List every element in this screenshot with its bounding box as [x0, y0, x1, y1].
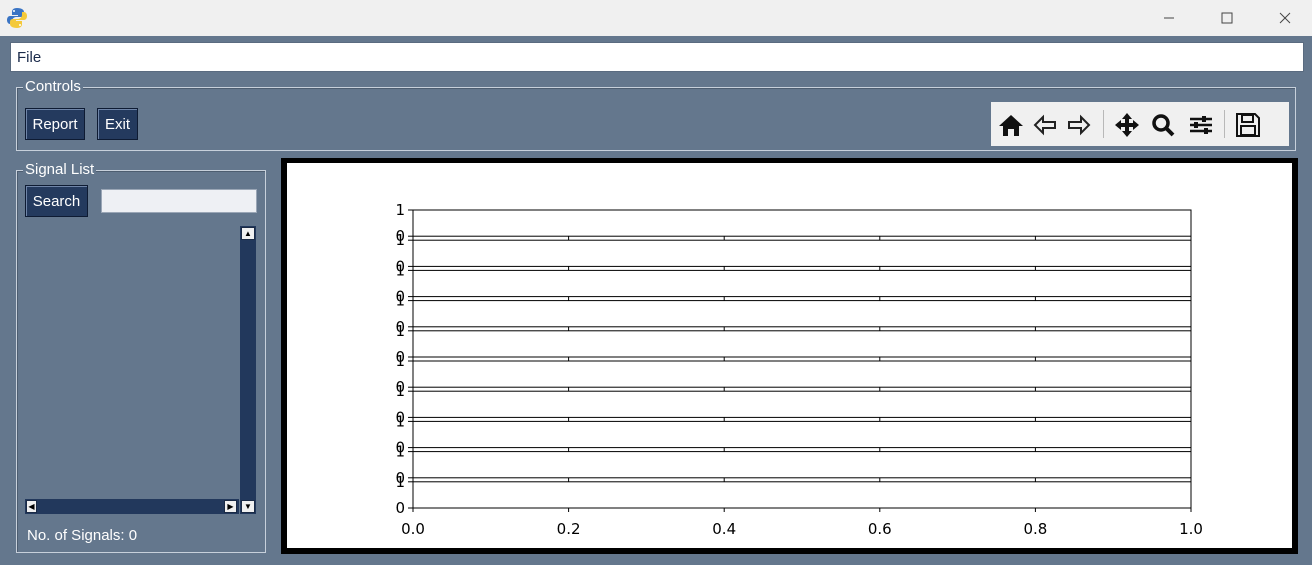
x-tick-label: 0.4: [712, 520, 736, 538]
pan-icon[interactable]: [1113, 112, 1141, 138]
close-icon: [1279, 12, 1291, 24]
x-tick-label: 1.0: [1179, 520, 1203, 538]
report-button[interactable]: Report: [25, 108, 85, 140]
subplot-axes: [412, 451, 1192, 479]
plot-toolbar: [991, 102, 1289, 146]
subplot-axes: [412, 360, 1192, 388]
signal-list-frame-title: Signal List: [23, 161, 97, 179]
menu-file[interactable]: File: [17, 49, 41, 66]
y-tick-label: 1: [395, 352, 405, 370]
search-button[interactable]: Search: [25, 185, 88, 217]
configure-subplots-icon[interactable]: [1187, 112, 1215, 138]
maximize-icon: [1221, 12, 1233, 24]
subplot-axes: [412, 300, 1192, 328]
forward-icon[interactable]: [1065, 112, 1093, 138]
subplot-axes: [412, 239, 1192, 267]
subplot-axes: [412, 330, 1192, 358]
subplot-axes: [412, 420, 1192, 449]
y-tick-label: 1: [395, 231, 405, 249]
x-tick-label: 0.6: [868, 520, 892, 538]
y-tick-label: 1: [395, 322, 405, 340]
y-tick-label: 1: [395, 261, 405, 279]
toolbar-separator: [1224, 110, 1225, 138]
save-icon[interactable]: [1234, 112, 1262, 138]
x-tick-label: 0.0: [401, 520, 425, 538]
y-tick-label: 0: [395, 499, 405, 517]
minimize-button[interactable]: [1141, 0, 1197, 36]
exit-button[interactable]: Exit: [97, 108, 138, 140]
y-tick-label: 1: [395, 443, 405, 461]
x-tick-label: 0.8: [1023, 520, 1047, 538]
toolbar-separator: [1103, 110, 1104, 138]
plot-canvas[interactable]: 1 0 1 0 1 0 1 0 1 0 1 0 1 0 1 0 1 0 1 0 0.0 0.2 0.4 0.6 0.8 1.0: [287, 163, 1292, 548]
y-tick-label: 1: [395, 382, 405, 400]
subplot-axes: [412, 209, 1192, 237]
scroll-right-icon[interactable]: ▶: [224, 500, 237, 513]
title-bar: [0, 0, 1312, 36]
signal-list-vertical-scrollbar[interactable]: ▲ ▼: [240, 226, 256, 514]
subplot-axes: [412, 269, 1192, 298]
zoom-icon[interactable]: [1149, 112, 1177, 138]
home-icon[interactable]: [997, 112, 1025, 138]
minimize-icon: [1164, 17, 1174, 19]
x-tick-label: 0.2: [557, 520, 581, 538]
signal-listbox[interactable]: [25, 226, 239, 498]
back-icon[interactable]: [1031, 112, 1059, 138]
stacked-signal-chart[interactable]: 101010101010101010100.0 0.2 0.4 0.6 0.8 1.0: [287, 163, 1292, 548]
y-tick-label: 1: [395, 473, 405, 491]
subplot-axes: [412, 481, 1192, 509]
subplot-axes: [412, 390, 1192, 418]
y-tick-label: 1: [395, 412, 405, 430]
signal-list-horizontal-scrollbar[interactable]: ◀ ▶: [25, 499, 239, 514]
search-input[interactable]: [101, 189, 257, 213]
scroll-up-icon[interactable]: ▲: [241, 227, 255, 240]
signal-count-label: No. of Signals: 0: [27, 527, 138, 544]
y-tick-label: 1: [395, 292, 405, 310]
close-button[interactable]: [1257, 0, 1312, 36]
python-app-icon: [7, 8, 27, 28]
maximize-button[interactable]: [1199, 0, 1255, 36]
scroll-left-icon[interactable]: ◀: [26, 500, 37, 513]
menu-bar: File: [10, 42, 1304, 72]
controls-frame-title: Controls: [23, 78, 83, 96]
y-tick-label: 1: [395, 201, 405, 219]
scroll-down-icon[interactable]: ▼: [241, 500, 255, 513]
